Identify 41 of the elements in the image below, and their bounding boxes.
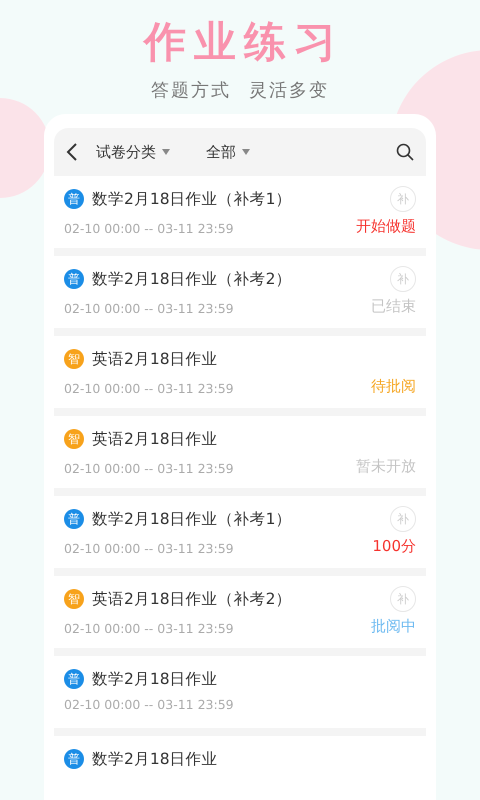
date-range: 02-10 00:00 -- 03-11 23:59: [64, 621, 234, 636]
type-badge: 智: [64, 349, 84, 369]
assignment-card[interactable]: 智 英语2月18日作业 02-10 00:00 -- 03-11 23:59 暂未开放: [54, 416, 426, 488]
date-range: 02-10 00:00 -- 03-11 23:59: [64, 541, 234, 556]
type-badge: 普: [64, 749, 84, 769]
status-label: 100分: [372, 537, 416, 556]
assignment-title: 数学2月18日作业: [92, 748, 218, 770]
assignment-title: 英语2月18日作业: [92, 428, 218, 450]
assignment-title: 数学2月18日作业: [92, 668, 218, 690]
status-label: 暂未开放: [356, 457, 416, 476]
type-badge: 普: [64, 509, 84, 529]
filter-dropdown[interactable]: 全部: [200, 140, 256, 164]
date-range: 02-10 00:00 -- 03-11 23:59: [64, 301, 234, 316]
assignment-title: 英语2月18日作业: [92, 348, 218, 370]
status-label: 批阅中: [371, 617, 416, 636]
assignment-title: 数学2月18日作业（补考1）: [92, 188, 292, 210]
assignment-title: 数学2月18日作业（补考1）: [92, 508, 292, 530]
assignment-card[interactable]: 普 数学2月18日作业 02-10 00:00 -- 03-11 23:59: [54, 656, 426, 728]
status-label: 待批阅: [371, 377, 416, 396]
type-badge: 智: [64, 589, 84, 609]
date-range: 02-10 00:00 -- 03-11 23:59: [64, 461, 234, 476]
caret-icon: [242, 149, 250, 155]
assignment-title: 英语2月18日作业（补考2）: [92, 588, 292, 610]
assignment-card[interactable]: 普 数学2月18日作业: [54, 736, 426, 800]
date-range: 02-10 00:00 -- 03-11 23:59: [64, 221, 234, 236]
assignment-title: 数学2月18日作业（补考2）: [92, 268, 292, 290]
page-title: 作业练习: [144, 16, 344, 68]
date-range: 02-10 00:00 -- 03-11 23:59: [64, 381, 234, 396]
search-icon[interactable]: [394, 141, 416, 163]
type-badge: 普: [64, 669, 84, 689]
filter-dropdown[interactable]: 试卷分类: [90, 140, 176, 164]
assignment-card[interactable]: 智 英语2月18日作业 02-10 00:00 -- 03-11 23:59 待批阅: [54, 336, 426, 408]
subtitle-text: 答题方式: [151, 79, 231, 102]
status-label: 开始做题: [356, 217, 416, 236]
caret-icon: [162, 149, 170, 155]
date-range: 02-10 00:00 -- 03-11 23:59: [64, 697, 234, 712]
subtitle-text: 灵活多变: [249, 79, 329, 102]
type-badge: 普: [64, 189, 84, 209]
type-badge: 普: [64, 269, 84, 289]
status-label: 已结束: [371, 297, 416, 316]
type-badge: 智: [64, 429, 84, 449]
